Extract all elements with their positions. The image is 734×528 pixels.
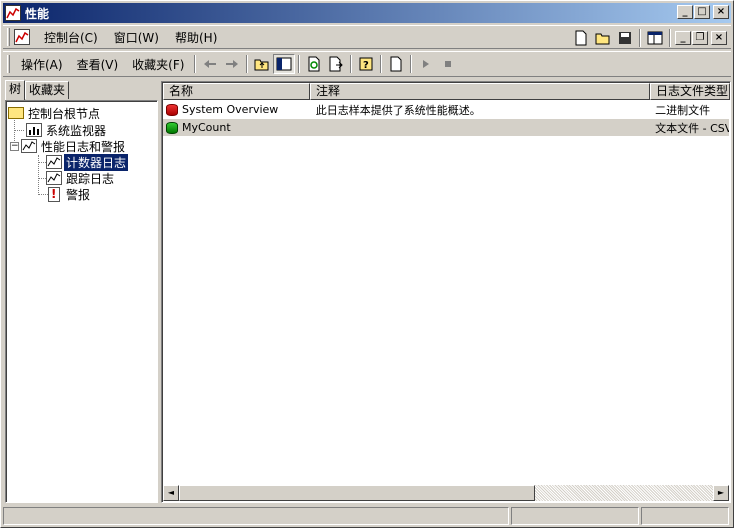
scroll-thumb[interactable] bbox=[179, 485, 535, 501]
tree-item-label: 跟踪日志 bbox=[66, 171, 115, 186]
cell-comment: 此日志样本提供了系统性能概述。 bbox=[315, 103, 481, 117]
performance-app-icon bbox=[5, 5, 21, 21]
tree-item-label: 控制台根节点 bbox=[28, 106, 101, 121]
minimize-button[interactable]: _ bbox=[677, 5, 693, 19]
tree-item-label: 性能日志和警报 bbox=[41, 139, 126, 154]
row-name: System Overview bbox=[182, 103, 279, 116]
tree-item-console-root[interactable]: 控制台根节点 bbox=[8, 105, 102, 121]
start-button[interactable] bbox=[415, 54, 437, 74]
console-tree: 控制台根节点 系统监视器 − 性能日志和警报 计数器日志 跟踪日志 ! 警报 bbox=[5, 100, 158, 503]
log-running-icon bbox=[166, 121, 178, 134]
column-header-name[interactable]: 名称 bbox=[163, 83, 310, 100]
forward-arrow-icon bbox=[226, 60, 239, 68]
tree-item-alerts[interactable]: 警报 bbox=[48, 186, 92, 202]
up-one-level-button[interactable] bbox=[251, 54, 273, 74]
status-bar bbox=[3, 507, 731, 525]
cell-name: System Overview bbox=[163, 103, 310, 116]
row-name: MyCount bbox=[182, 121, 231, 134]
svg-text:?: ? bbox=[363, 60, 369, 71]
help-button[interactable]: ? bbox=[355, 54, 377, 74]
new-log-settings-button[interactable] bbox=[385, 54, 407, 74]
back-button[interactable] bbox=[199, 54, 221, 74]
folder-icon bbox=[8, 107, 24, 119]
cell-log-type: 二进制文件 bbox=[655, 103, 711, 117]
title-bar[interactable]: 性能 _ □ × bbox=[3, 3, 731, 23]
list-header: 名称 注释 日志文件类型 bbox=[163, 83, 730, 100]
open-folder-button[interactable] bbox=[592, 28, 614, 48]
tab-tree[interactable]: 树 bbox=[5, 80, 26, 100]
list-row-system-overview[interactable]: System Overview 此日志样本提供了系统性能概述。 二进制文件 bbox=[163, 101, 729, 118]
tree-item-label: 警报 bbox=[66, 187, 91, 202]
menu-view[interactable]: 查看(V) bbox=[70, 56, 126, 73]
counter-log-icon bbox=[46, 155, 62, 169]
list-row-mycount[interactable]: MyCount 文本文件 - CSV bbox=[163, 119, 729, 136]
back-arrow-icon bbox=[204, 60, 217, 68]
system-monitor-icon bbox=[26, 123, 42, 137]
collapse-expander[interactable]: − bbox=[10, 141, 19, 151]
console-icon bbox=[14, 29, 30, 45]
status-panel-2 bbox=[511, 507, 639, 525]
help-icon: ? bbox=[359, 57, 373, 71]
refresh-icon bbox=[308, 56, 320, 72]
status-panel-main bbox=[3, 507, 509, 525]
stop-icon bbox=[445, 61, 452, 67]
tab-favorites[interactable]: 收藏夹 bbox=[25, 81, 70, 99]
child-restore-button[interactable]: ❐ bbox=[692, 31, 708, 45]
tree-item-system-monitor[interactable]: 系统监视器 bbox=[26, 122, 108, 138]
menu-window[interactable]: 窗口(W) bbox=[106, 29, 167, 46]
child-close-button[interactable]: × bbox=[711, 31, 727, 45]
new-file-button[interactable] bbox=[570, 28, 592, 48]
tree-item-trace-logs[interactable]: 跟踪日志 bbox=[46, 170, 116, 186]
forward-button[interactable] bbox=[221, 54, 243, 74]
play-icon bbox=[423, 60, 430, 68]
column-header-comment[interactable]: 注释 bbox=[310, 83, 650, 100]
log-list-view: 名称 注释 日志文件类型 System Overview 此日志样本提供了系统性… bbox=[161, 81, 731, 503]
export-list-button[interactable] bbox=[325, 54, 347, 74]
menu-console[interactable]: 控制台(C) bbox=[36, 29, 106, 46]
log-stopped-icon bbox=[166, 103, 178, 116]
new-window-icon bbox=[647, 31, 663, 45]
new-window-button[interactable] bbox=[644, 28, 666, 48]
alert-icon bbox=[48, 186, 60, 202]
new-document-icon bbox=[390, 56, 402, 72]
action-toolbar: 操作(A) 查看(V) 收藏夹(F) ? bbox=[3, 51, 731, 77]
tree-item-label: 系统监视器 bbox=[46, 123, 107, 138]
cell-log-type: 文本文件 - CSV bbox=[655, 121, 729, 135]
app-window: 性能 _ □ × 控制台(C) 窗口(W) 帮助(H) _ ❐ × 操作(A) … bbox=[0, 0, 734, 528]
perf-logs-icon bbox=[21, 139, 37, 153]
refresh-button[interactable] bbox=[303, 54, 325, 74]
scroll-left-button[interactable]: ◄ bbox=[163, 485, 179, 501]
save-button[interactable] bbox=[614, 28, 636, 48]
tree-pane-icon bbox=[276, 57, 292, 71]
scroll-track[interactable] bbox=[535, 485, 713, 501]
menu-favorites[interactable]: 收藏夹(F) bbox=[125, 56, 191, 73]
tree-item-label: 计数器日志 bbox=[62, 152, 130, 172]
scroll-right-button[interactable]: ► bbox=[713, 485, 729, 501]
open-folder-icon bbox=[595, 33, 610, 45]
tree-item-counter-logs[interactable]: 计数器日志 bbox=[46, 152, 130, 172]
new-file-icon bbox=[575, 30, 587, 46]
tree-tabs: 树 收藏夹 bbox=[5, 80, 70, 100]
window-title: 性能 bbox=[25, 6, 50, 21]
horizontal-scrollbar[interactable]: ◄ ► bbox=[163, 485, 729, 501]
close-button[interactable]: × bbox=[713, 5, 729, 19]
stop-button[interactable] bbox=[437, 54, 459, 74]
menu-action[interactable]: 操作(A) bbox=[14, 56, 70, 73]
menu-bar: 控制台(C) 窗口(W) 帮助(H) _ ❐ × bbox=[3, 25, 731, 49]
export-list-icon bbox=[329, 56, 344, 72]
maximize-button[interactable]: □ bbox=[694, 5, 710, 19]
up-folder-icon bbox=[254, 59, 269, 71]
cell-name: MyCount bbox=[163, 121, 310, 134]
save-icon bbox=[619, 32, 631, 44]
show-hide-tree-button[interactable] bbox=[273, 54, 296, 74]
toolbar-grip[interactable] bbox=[7, 55, 10, 73]
menu-grip[interactable] bbox=[7, 28, 10, 46]
status-panel-3 bbox=[641, 507, 729, 525]
column-header-log-type[interactable]: 日志文件类型 bbox=[650, 83, 730, 100]
tree-item-perf-logs-alerts[interactable]: − 性能日志和警报 bbox=[10, 138, 127, 154]
child-minimize-button[interactable]: _ bbox=[675, 31, 691, 45]
menu-help[interactable]: 帮助(H) bbox=[167, 29, 225, 46]
trace-log-icon bbox=[46, 171, 62, 185]
